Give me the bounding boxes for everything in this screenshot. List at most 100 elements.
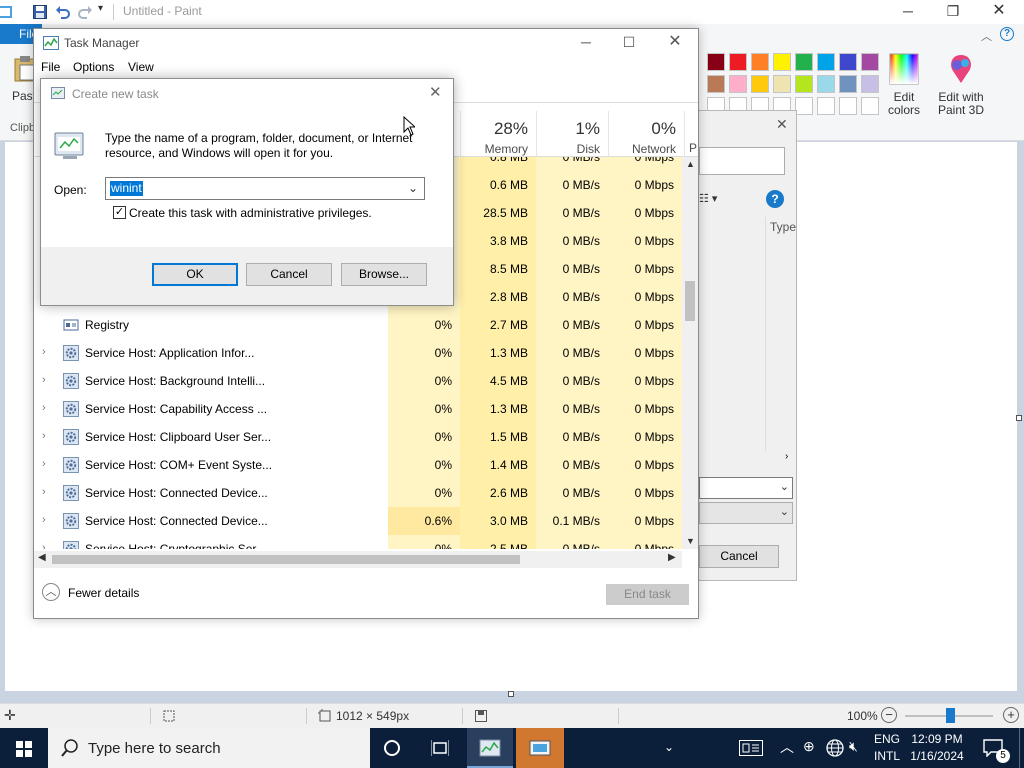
empty-color-swatch[interactable]	[861, 97, 879, 115]
color-swatch[interactable]	[861, 53, 879, 71]
input-language-indicator[interactable]: ENG INTL	[870, 731, 904, 765]
color-swatch[interactable]	[707, 75, 725, 93]
color-swatch[interactable]	[707, 53, 725, 71]
expand-chevron-icon[interactable]: ›	[42, 402, 46, 414]
color-swatch[interactable]	[817, 53, 835, 71]
canvas-resize-handle-right[interactable]	[1016, 415, 1022, 421]
chevron-down-icon[interactable]: ⌄	[408, 181, 418, 195]
volume-muted-icon[interactable]: 🔇︎	[849, 738, 858, 755]
taskbar-search-box[interactable]: Type here to search	[48, 728, 370, 768]
back-dialog-search-field[interactable]	[699, 147, 785, 175]
edit-colors-button[interactable]: Edit colors	[884, 53, 924, 117]
cortana-button[interactable]	[370, 728, 414, 768]
color-swatch[interactable]	[729, 75, 747, 93]
tm-close-icon[interactable]: ✕	[652, 31, 698, 55]
empty-color-swatch[interactable]	[839, 97, 857, 115]
tm-horizontal-scrollbar[interactable]: ◀ ▶	[34, 551, 682, 568]
paint-close-icon[interactable]: ✕	[976, 0, 1022, 24]
color-swatch[interactable]	[773, 75, 791, 93]
zoom-in-icon[interactable]: +	[1003, 707, 1019, 723]
process-row[interactable]: 0% 1.3 MB 0 MB/s 0 Mbps › Service Host: Appli…	[34, 339, 682, 367]
browse-button[interactable]: Browse...	[341, 263, 427, 286]
tm-menu-options[interactable]: Options	[73, 60, 114, 74]
redo-icon[interactable]	[77, 4, 93, 20]
paint-minimize-icon[interactable]: ─	[885, 0, 931, 24]
process-row[interactable]: 0% 2.5 MB 0 MB/s 0 Mbps › Service Host: Crypt…	[34, 535, 682, 549]
ok-button[interactable]: OK	[152, 263, 238, 286]
taskbar-paint-active[interactable]	[516, 728, 564, 768]
process-row[interactable]: 0% 2.7 MB 0 MB/s 0 Mbps Registry	[34, 311, 682, 339]
color-swatch[interactable]	[729, 53, 747, 71]
undo-icon[interactable]	[55, 4, 71, 20]
meet-now-icon[interactable]: ⊕	[803, 738, 815, 755]
process-row[interactable]: 0.6% 3.0 MB 0.1 MB/s 0 Mbps › Service Host: C…	[34, 507, 682, 535]
tm-vscroll-thumb[interactable]	[685, 281, 695, 321]
canvas-resize-handle-bottom[interactable]	[508, 691, 514, 697]
process-row[interactable]: 0% 1.3 MB 0 MB/s 0 Mbps › Service Host: Capab…	[34, 395, 682, 423]
network-globe-icon[interactable]	[826, 739, 844, 757]
scroll-right-icon[interactable]: ▶	[668, 552, 676, 563]
scroll-down-icon[interactable]: ▼	[686, 536, 695, 546]
color-swatch[interactable]	[751, 75, 769, 93]
back-dialog-combo-1[interactable]: ⌄	[699, 477, 793, 499]
col-disk-header[interactable]: 1% Disk	[536, 111, 608, 157]
show-desktop-button[interactable]	[1019, 728, 1024, 768]
empty-color-swatch[interactable]	[795, 97, 813, 115]
col-memory-header[interactable]: 28% Memory	[460, 111, 536, 157]
process-row[interactable]: 0% 2.6 MB 0 MB/s 0 Mbps › Service Host: Conne…	[34, 479, 682, 507]
color-swatch[interactable]	[751, 53, 769, 71]
color-swatch[interactable]	[861, 75, 879, 93]
open-combobox[interactable]: winint ⌄	[105, 177, 425, 200]
tm-menu-view[interactable]: View	[128, 60, 154, 74]
process-row[interactable]: 0% 1.4 MB 0 MB/s 0 Mbps › Service Host: COM+ …	[34, 451, 682, 479]
keyboard-layout-icon[interactable]	[739, 740, 763, 756]
zoom-out-icon[interactable]: −	[881, 707, 897, 723]
tm-maximize-icon[interactable]: ☐	[606, 31, 652, 55]
expand-chevron-icon[interactable]: ›	[42, 542, 46, 549]
cancel-button[interactable]: Cancel	[246, 263, 332, 286]
back-dialog-close-icon[interactable]: ✕	[776, 116, 788, 133]
paint-restore-icon[interactable]: ❐	[930, 0, 976, 24]
col-power-header[interactable]: P	[684, 111, 698, 157]
cnt-close-icon[interactable]: ✕	[429, 83, 442, 101]
quick-access-dropdown-icon[interactable]: ▾	[98, 3, 103, 14]
back-dialog-cancel-button[interactable]: Cancel	[699, 545, 779, 568]
empty-color-swatch[interactable]	[817, 97, 835, 115]
paint-help-icon[interactable]: ?	[1000, 27, 1014, 41]
color-swatch[interactable]	[773, 53, 791, 71]
tm-vertical-scrollbar[interactable]: ▲ ▼	[682, 157, 698, 549]
taskbar-clock[interactable]: 12:09 PM 1/16/2024	[906, 731, 968, 765]
tm-hscroll-thumb[interactable]	[52, 555, 520, 564]
admin-privileges-label[interactable]: Create this task with administrative pri…	[129, 206, 372, 220]
edit-with-paint3d-button[interactable]: Edit with Paint 3D	[934, 53, 988, 117]
end-task-button[interactable]: End task	[606, 584, 689, 605]
overflow-chevron-icon[interactable]: ⌄	[664, 740, 674, 754]
color-swatch[interactable]	[795, 75, 813, 93]
scroll-up-icon[interactable]: ▲	[686, 159, 695, 169]
scroll-left-icon[interactable]: ◀	[38, 552, 46, 563]
expand-chevron-icon[interactable]: ›	[42, 458, 46, 470]
view-menu-icon[interactable]: ☷ ▾	[699, 192, 717, 205]
taskbar-task-manager[interactable]	[467, 728, 513, 768]
open-input-value[interactable]: winint	[110, 181, 143, 196]
color-swatch[interactable]	[817, 75, 835, 93]
expand-chevron-icon[interactable]: ›	[42, 430, 46, 442]
col-network-header[interactable]: 0% Network	[608, 111, 684, 157]
task-view-button[interactable]	[418, 728, 462, 768]
start-button[interactable]	[0, 728, 48, 768]
color-swatch[interactable]	[795, 53, 813, 71]
save-icon[interactable]	[33, 5, 47, 19]
color-swatch[interactable]	[839, 75, 857, 93]
back-scroll-right-icon[interactable]: ›	[785, 451, 788, 462]
color-swatch[interactable]	[839, 53, 857, 71]
ribbon-collapse-icon[interactable]: ︿	[981, 28, 992, 44]
process-row[interactable]: 0% 1.5 MB 0 MB/s 0 Mbps › Service Host: Clipb…	[34, 423, 682, 451]
admin-privileges-checkbox[interactable]: ✓	[113, 206, 126, 219]
zoom-slider-thumb[interactable]	[946, 708, 955, 723]
expand-chevron-icon[interactable]: ›	[42, 346, 46, 358]
show-hidden-icons[interactable]: ︿	[780, 737, 794, 757]
expand-chevron-icon[interactable]: ›	[42, 486, 46, 498]
tm-menu-file[interactable]: File	[41, 60, 60, 74]
expand-chevron-icon[interactable]: ›	[42, 514, 46, 526]
tm-minimize-icon[interactable]: ─	[563, 31, 609, 55]
